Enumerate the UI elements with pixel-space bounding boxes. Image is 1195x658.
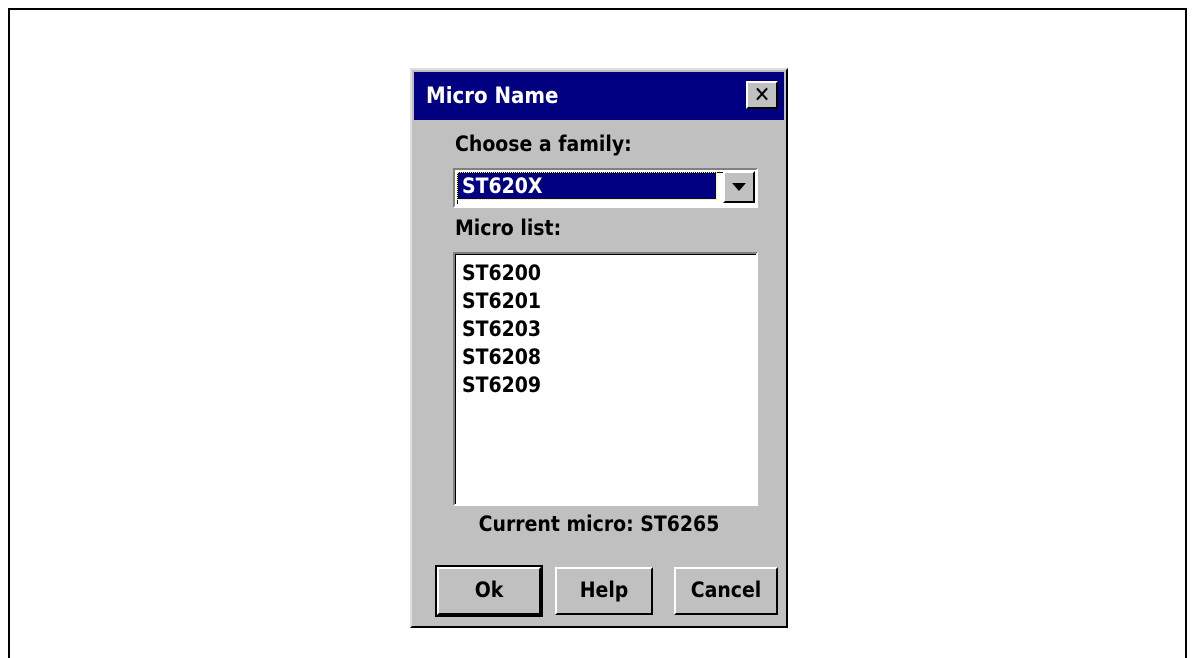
list-item[interactable]: ST6208 — [462, 343, 750, 371]
list-item[interactable]: ST6209 — [462, 371, 750, 399]
close-icon: ✕ — [753, 83, 771, 108]
title-bar: Micro Name ✕ — [414, 72, 784, 120]
dialog-title: Micro Name — [426, 83, 559, 109]
chevron-down-icon — [732, 183, 746, 191]
ok-button[interactable]: Ok — [435, 565, 543, 617]
family-label: Choose a family: — [455, 132, 632, 156]
family-select-value[interactable]: ST620X — [457, 172, 717, 200]
micro-list-label: Micro list: — [455, 216, 562, 240]
close-button[interactable]: ✕ — [746, 81, 778, 109]
list-item[interactable]: ST6201 — [462, 287, 750, 315]
current-micro-text: Current micro: ST6265 — [478, 512, 720, 536]
list-item[interactable]: ST6200 — [462, 259, 750, 287]
list-item[interactable]: ST6203 — [462, 315, 750, 343]
micro-name-dialog: Micro Name ✕ Choose a family: ST620X Mic… — [410, 68, 788, 628]
family-dropdown-button[interactable] — [723, 171, 755, 203]
micro-listbox[interactable]: ST6200 ST6201 ST6203 ST6208 ST6209 — [453, 252, 758, 506]
family-select[interactable]: ST620X — [453, 168, 758, 208]
cancel-button[interactable]: Cancel — [674, 567, 778, 615]
help-button[interactable]: Help — [555, 567, 653, 615]
